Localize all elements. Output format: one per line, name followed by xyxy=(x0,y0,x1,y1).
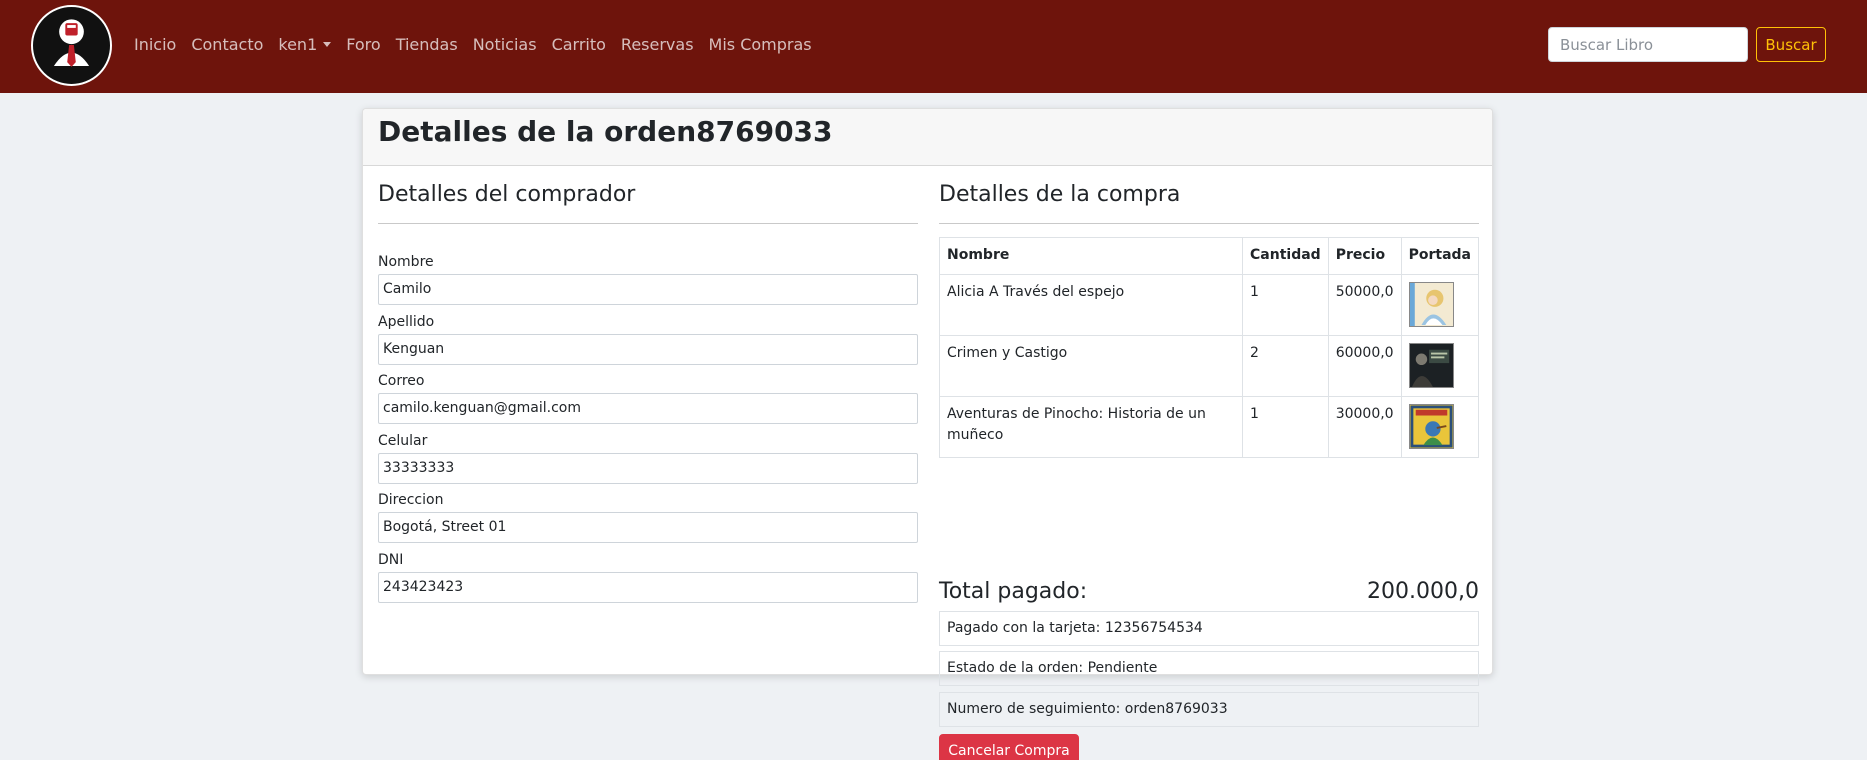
buyer-section-title: Detalles del comprador xyxy=(378,182,636,207)
order-status-info: Estado de la orden: Pendiente xyxy=(939,651,1479,686)
table-row: Alicia A Través del espejo 1 50000,0 xyxy=(938,274,1480,336)
dni-field[interactable]: 243423423 xyxy=(378,572,918,603)
tracking-number-info: Numero de seguimiento: orden8769033 xyxy=(939,692,1479,727)
field-apellido: Apellido Kenguan xyxy=(378,313,918,365)
field-celular: Celular 33333333 xyxy=(378,432,918,484)
nombre-field[interactable]: Camilo xyxy=(378,274,918,305)
nav-link-reservas[interactable]: Reservas xyxy=(621,35,694,54)
book-cover-alicia-icon[interactable] xyxy=(1408,282,1454,327)
cell-precio: 60000,0 xyxy=(1327,335,1402,397)
total-row: Total pagado: 200.000,0 xyxy=(939,579,1479,609)
cell-cantidad: 2 xyxy=(1242,335,1329,397)
book-cover-crimen-icon[interactable] xyxy=(1408,343,1454,388)
nav-link-contacto[interactable]: Contacto xyxy=(191,35,263,54)
search-input[interactable] xyxy=(1548,27,1748,62)
buyer-section: Detalles del comprador Nombre Camilo Ape… xyxy=(378,179,918,603)
divider xyxy=(378,223,918,224)
purchase-table: Nombre Cantidad Precio Portada Alicia A … xyxy=(938,237,1480,458)
cell-precio: 50000,0 xyxy=(1327,274,1402,336)
purchase-section: Detalles de la compra Nombre Cantidad Pr… xyxy=(938,179,1480,760)
page-title: Detalles de la orden8769033 xyxy=(378,115,833,148)
order-card: Detalles de la orden8769033 Detalles del… xyxy=(362,108,1493,760)
field-correo: Correo camilo.kenguan@gmail.com xyxy=(378,372,918,424)
nav-link-mis-compras[interactable]: Mis Compras xyxy=(709,35,812,54)
field-label: Direccion xyxy=(378,492,444,508)
cell-cantidad: 1 xyxy=(1242,274,1329,336)
nav-user-dropdown[interactable]: ken1 xyxy=(278,35,332,54)
cell-cantidad: 1 xyxy=(1242,396,1329,458)
field-label: Nombre xyxy=(378,254,434,270)
cell-nombre: Crimen y Castigo xyxy=(938,335,1244,397)
cell-portada xyxy=(1400,396,1480,458)
table-row: Crimen y Castigo 2 60000,0 xyxy=(938,335,1480,397)
nav-link-inicio[interactable]: Inicio xyxy=(134,35,176,54)
field-label: DNI xyxy=(378,552,404,568)
book-cover-pinocho-icon[interactable] xyxy=(1408,404,1454,449)
field-direccion: Direccion Bogotá, Street 01 xyxy=(378,491,918,543)
celular-field[interactable]: 33333333 xyxy=(378,453,918,484)
cell-portada xyxy=(1400,335,1480,397)
card-header: Detalles de la orden8769033 xyxy=(363,109,1492,166)
total-label: Total pagado: xyxy=(939,579,1088,604)
card-info: Pagado con la tarjeta: 12356754534 xyxy=(939,611,1479,646)
nav-link-noticias[interactable]: Noticias xyxy=(473,35,537,54)
cell-precio: 30000,0 xyxy=(1327,396,1402,458)
nav-user-label: ken1 xyxy=(278,35,318,54)
field-nombre: Nombre Camilo xyxy=(378,253,918,305)
navbar: Inicio Contacto ken1 Foro Tiendas Notici… xyxy=(0,0,1867,93)
nav-links: Inicio Contacto ken1 Foro Tiendas Notici… xyxy=(134,35,827,54)
total-value: 200.000,0 xyxy=(1367,579,1479,604)
column-header-cantidad: Cantidad xyxy=(1242,237,1329,275)
nav-link-foro[interactable]: Foro xyxy=(346,35,380,54)
search-button[interactable]: Buscar xyxy=(1756,27,1826,62)
caret-down-icon xyxy=(323,42,332,47)
brand-logo[interactable] xyxy=(31,5,112,86)
direccion-field[interactable]: Bogotá, Street 01 xyxy=(378,512,918,543)
correo-field[interactable]: camilo.kenguan@gmail.com xyxy=(378,393,918,424)
field-dni: DNI 243423423 xyxy=(378,551,918,603)
cell-nombre: Aventuras de Pinocho: Historia de un muñ… xyxy=(938,396,1244,458)
field-label: Apellido xyxy=(378,314,435,330)
column-header-portada: Portada xyxy=(1400,237,1480,275)
field-label: Celular xyxy=(378,433,428,449)
cell-nombre: Alicia A Través del espejo xyxy=(938,274,1244,336)
column-header-nombre: Nombre xyxy=(938,237,1244,275)
cell-portada xyxy=(1400,274,1480,336)
nav-link-tiendas[interactable]: Tiendas xyxy=(396,35,458,54)
table-header-row: Nombre Cantidad Precio Portada xyxy=(938,237,1480,275)
cancel-purchase-button[interactable]: Cancelar Compra xyxy=(939,734,1079,760)
apellido-field[interactable]: Kenguan xyxy=(378,334,918,365)
divider xyxy=(939,223,1479,224)
logo-reader-icon xyxy=(33,7,110,84)
field-label: Correo xyxy=(378,373,425,389)
column-header-precio: Precio xyxy=(1327,237,1402,275)
purchase-section-title: Detalles de la compra xyxy=(939,182,1181,207)
table-row: Aventuras de Pinocho: Historia de un muñ… xyxy=(938,396,1480,458)
nav-link-carrito[interactable]: Carrito xyxy=(552,35,606,54)
